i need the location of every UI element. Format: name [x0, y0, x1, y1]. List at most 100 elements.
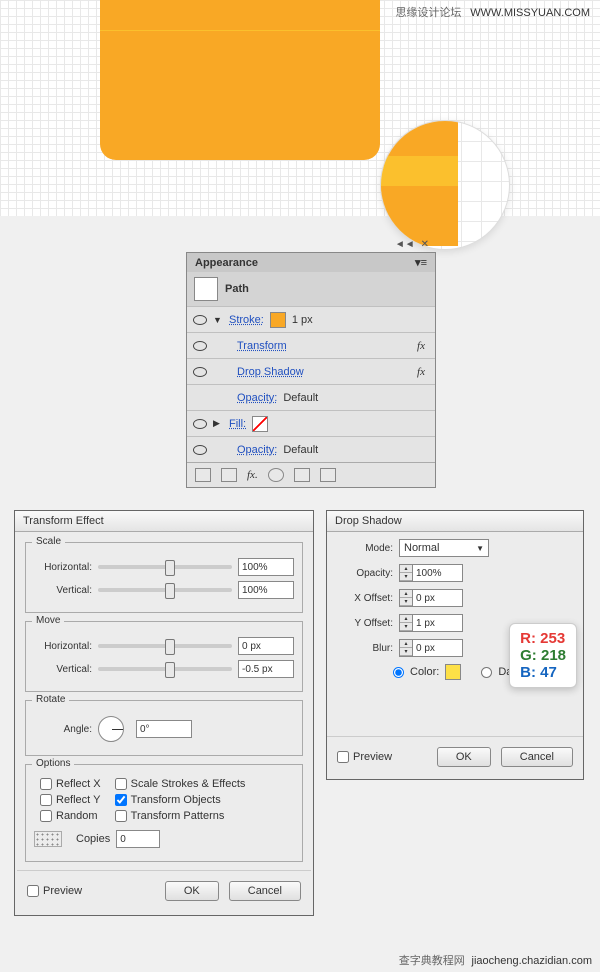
expand-arrow-icon[interactable]: ▶ — [213, 418, 223, 429]
preview-checkbox[interactable]: Preview — [337, 751, 392, 763]
move-h-input[interactable] — [238, 637, 294, 655]
visibility-toggle-icon[interactable] — [193, 313, 207, 327]
scale-h-input[interactable] — [238, 558, 294, 576]
fill-row[interactable]: ▶ Fill: — [187, 410, 435, 436]
dialog-titlebar[interactable]: Drop Shadow — [327, 511, 583, 532]
transform-objects-checkbox[interactable]: Transform Objects — [115, 794, 246, 806]
ok-button[interactable]: OK — [165, 881, 219, 901]
watermark-bottom: 查字典教程网 jiaocheng.chazidian.com — [399, 952, 592, 968]
delete-icon[interactable] — [320, 468, 336, 482]
move-h-slider[interactable] — [98, 644, 232, 648]
effect-dropshadow-row[interactable]: Drop Shadow fx — [187, 358, 435, 384]
reflect-y-checkbox[interactable]: Reflect Y — [40, 794, 101, 806]
folder-divider-line — [100, 30, 380, 31]
opacity-value: Default — [283, 392, 318, 404]
panel-collapse-icon[interactable]: ◄◄ — [395, 239, 415, 250]
x-offset-stepper[interactable]: ▴▾ — [399, 589, 463, 607]
transform-effect-link[interactable]: Transform — [237, 340, 287, 352]
color-radio-label: Color: — [410, 666, 439, 678]
object-type-label: Path — [225, 283, 249, 295]
object-type-row: Path — [187, 272, 435, 306]
x-offset-input[interactable] — [413, 589, 463, 607]
stroke-link[interactable]: Stroke: — [229, 314, 264, 326]
random-checkbox[interactable]: Random — [40, 810, 101, 822]
visibility-toggle-icon[interactable] — [193, 339, 207, 353]
opacity-link[interactable]: Opacity: — [237, 444, 277, 456]
effect-transform-row[interactable]: Transform fx — [187, 332, 435, 358]
watermark-cn: 查字典教程网 — [399, 955, 465, 967]
mode-label: Mode: — [337, 543, 393, 554]
appearance-footer: fx. — [187, 462, 435, 487]
appearance-tab[interactable]: Appearance ▾≡ — [187, 253, 435, 272]
visibility-toggle-icon[interactable] — [193, 365, 207, 379]
scale-legend: Scale — [32, 536, 65, 547]
watermark-top: 思缘设计论坛 WWW.MISSYUAN.COM — [395, 4, 590, 20]
blur-stepper[interactable]: ▴▾ — [399, 639, 463, 657]
opacity-link[interactable]: Opacity: — [237, 392, 277, 404]
angle-input[interactable] — [136, 720, 192, 738]
shadow-color-swatch[interactable] — [445, 664, 461, 680]
ok-button[interactable]: OK — [437, 747, 491, 767]
dialog-titlebar[interactable]: Transform Effect — [15, 511, 313, 532]
reference-point-icon[interactable] — [34, 831, 62, 847]
cancel-button[interactable]: Cancel — [501, 747, 573, 767]
copies-input[interactable] — [116, 830, 160, 848]
move-group: Move Horizontal: Vertical: — [25, 621, 303, 692]
add-effect-icon[interactable]: fx. — [247, 469, 258, 481]
reflect-x-checkbox[interactable]: Reflect X — [40, 778, 101, 790]
y-offset-input[interactable] — [413, 614, 463, 632]
color-radio[interactable] — [393, 667, 404, 678]
folder-shape — [100, 0, 380, 160]
panel-close-icon[interactable]: ✕ — [421, 239, 429, 250]
scale-strokes-checkbox[interactable]: Scale Strokes & Effects — [115, 778, 246, 790]
mode-select[interactable]: Normal — [399, 539, 489, 557]
artboard-canvas — [0, 0, 600, 216]
visibility-toggle-icon[interactable] — [193, 443, 207, 457]
scale-v-slider[interactable] — [98, 588, 232, 592]
scale-group: Scale Horizontal: Vertical: — [25, 542, 303, 613]
visibility-toggle-icon[interactable] — [193, 417, 207, 431]
expand-arrow-icon[interactable]: ▼ — [213, 315, 223, 325]
duplicate-icon[interactable] — [294, 468, 310, 482]
scale-v-input[interactable] — [238, 581, 294, 599]
fx-icon[interactable]: fx — [417, 366, 425, 378]
appearance-title: Appearance — [195, 257, 258, 269]
angle-wheel[interactable] — [98, 716, 124, 742]
appearance-panel: ◄◄ ✕ Appearance ▾≡ Path ▼ Stroke: 1 px T… — [186, 252, 436, 488]
darkness-radio[interactable] — [481, 667, 492, 678]
fill-link[interactable]: Fill: — [229, 418, 246, 430]
object-opacity-row[interactable]: Opacity: Default — [187, 436, 435, 462]
scale-h-slider[interactable] — [98, 565, 232, 569]
x-offset-label: X Offset: — [337, 593, 393, 604]
new-fill-icon[interactable] — [195, 468, 211, 482]
panel-menu-icon[interactable]: ▾≡ — [415, 256, 427, 269]
fx-icon[interactable]: fx — [417, 340, 425, 352]
move-v-input[interactable] — [238, 660, 294, 678]
transform-patterns-checkbox[interactable]: Transform Patterns — [115, 810, 246, 822]
magnifier-preview — [380, 120, 510, 250]
rotate-group: Rotate Angle: — [25, 700, 303, 756]
move-legend: Move — [32, 615, 64, 626]
copies-label: Copies — [76, 833, 110, 845]
options-group: Options Reflect X Reflect Y Random Scale… — [25, 764, 303, 862]
preview-checkbox[interactable]: Preview — [27, 885, 82, 897]
scale-v-label: Vertical: — [34, 585, 92, 596]
stroke-opacity-row[interactable]: Opacity: Default — [187, 384, 435, 410]
cancel-button[interactable]: Cancel — [229, 881, 301, 901]
stroke-color-swatch[interactable] — [270, 312, 286, 328]
new-stroke-icon[interactable] — [221, 468, 237, 482]
stroke-row[interactable]: ▼ Stroke: 1 px — [187, 306, 435, 332]
move-h-label: Horizontal: — [34, 641, 92, 652]
opacity-input[interactable] — [413, 564, 463, 582]
dropshadow-effect-link[interactable]: Drop Shadow — [237, 366, 304, 378]
fill-color-swatch[interactable] — [252, 416, 268, 432]
blur-input[interactable] — [413, 639, 463, 657]
move-v-slider[interactable] — [98, 667, 232, 671]
stroke-weight[interactable]: 1 px — [292, 314, 313, 326]
watermark-url: jiaocheng.chazidian.com — [472, 955, 592, 967]
y-offset-stepper[interactable]: ▴▾ — [399, 614, 463, 632]
opacity-stepper[interactable]: ▴▾ — [399, 564, 463, 582]
object-thumbnail[interactable] — [195, 278, 217, 300]
clear-icon[interactable] — [268, 468, 284, 482]
y-offset-label: Y Offset: — [337, 618, 393, 629]
